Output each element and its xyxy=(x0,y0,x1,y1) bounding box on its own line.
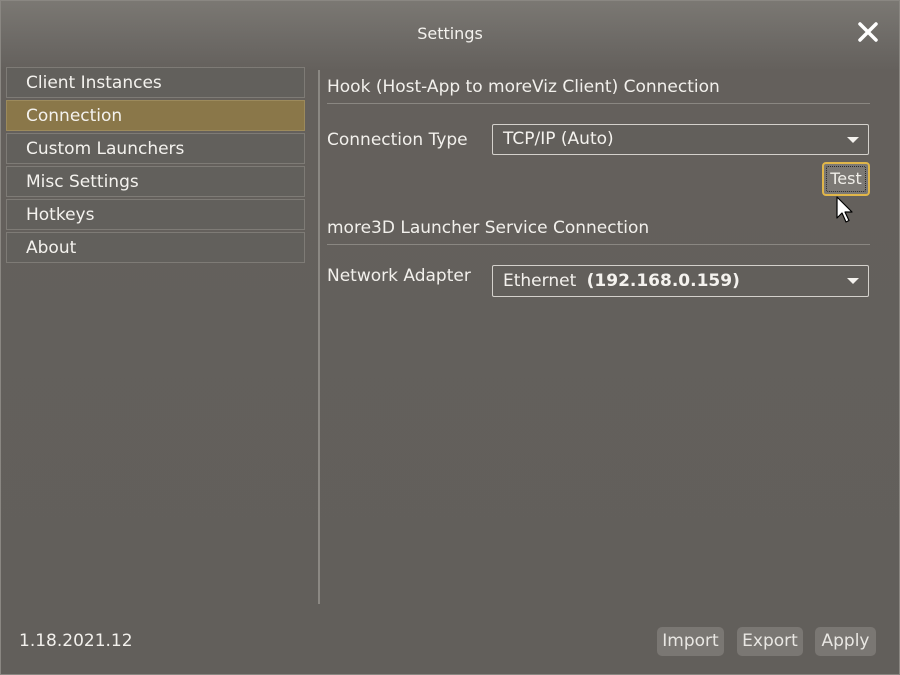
import-button[interactable]: Import xyxy=(657,627,724,656)
test-button-label: Test xyxy=(826,166,866,192)
apply-button[interactable]: Apply xyxy=(815,627,876,656)
adapter-name: Ethernet xyxy=(503,271,577,291)
launcher-section-title: more3D Launcher Service Connection xyxy=(327,218,650,238)
sidebar-item-custom-launchers[interactable]: Custom Launchers xyxy=(6,133,305,164)
export-button[interactable]: Export xyxy=(737,627,803,656)
sidebar-item-misc-settings[interactable]: Misc Settings xyxy=(6,166,305,197)
sidebar-item-client-instances[interactable]: Client Instances xyxy=(6,67,305,98)
panel-divider xyxy=(318,70,320,604)
sidebar-item-about[interactable]: About xyxy=(6,232,305,263)
connection-type-dropdown[interactable]: TCP/IP (Auto) xyxy=(492,124,869,155)
mouse-pointer-icon xyxy=(836,196,853,223)
connection-type-label: Connection Type xyxy=(327,130,468,150)
network-adapter-dropdown[interactable]: Ethernet (192.168.0.159) xyxy=(492,265,869,297)
sidebar-item-hotkeys[interactable]: Hotkeys xyxy=(6,199,305,230)
chevron-down-icon xyxy=(847,137,859,143)
version-label: 1.18.2021.12 xyxy=(19,631,133,651)
network-adapter-label: Network Adapter xyxy=(327,266,471,286)
launcher-section-divider xyxy=(327,244,870,245)
hook-section-divider xyxy=(327,103,870,104)
hook-section-title: Hook (Host-App to moreViz Client) Connec… xyxy=(327,77,720,97)
window-title: Settings xyxy=(417,24,483,43)
close-icon[interactable] xyxy=(854,18,882,46)
sidebar-item-connection[interactable]: Connection xyxy=(6,100,305,131)
chevron-down-icon xyxy=(847,278,859,284)
adapter-ip: (192.168.0.159) xyxy=(586,271,740,291)
test-button[interactable]: Test xyxy=(822,162,870,196)
connection-type-value: TCP/IP (Auto) xyxy=(503,129,614,149)
sidebar: Client Instances Connection Custom Launc… xyxy=(6,67,305,265)
